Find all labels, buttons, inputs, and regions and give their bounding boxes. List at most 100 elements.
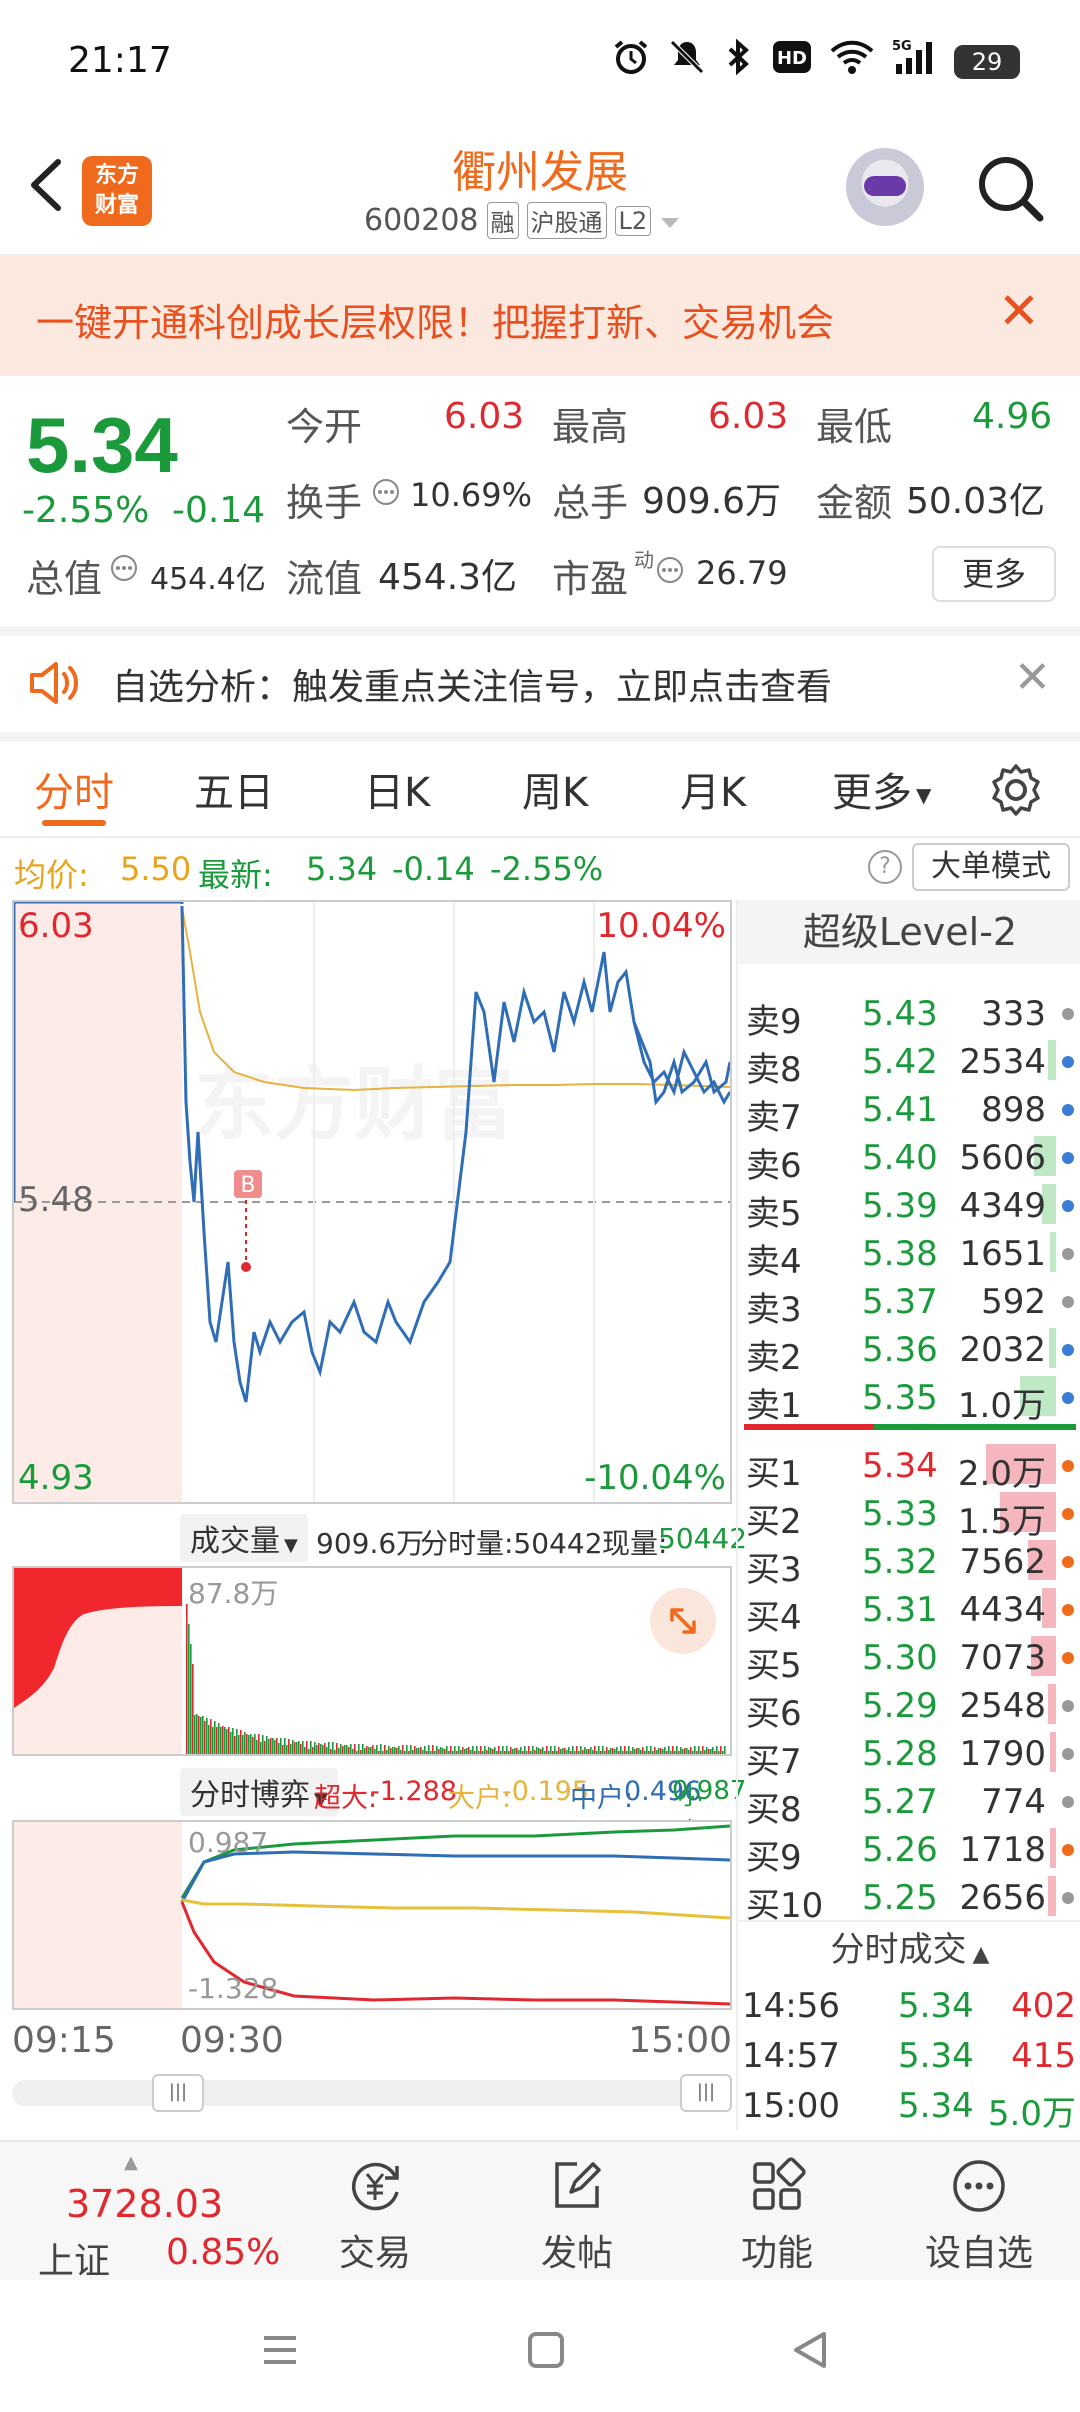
ask-row[interactable]: 卖8 5.42 2534 xyxy=(738,1036,1080,1090)
home-icon[interactable] xyxy=(516,2320,576,2380)
tab-more[interactable]: 更多 ▼ xyxy=(832,760,931,818)
stock-code-row[interactable]: 600208 融 沪股通 L2 xyxy=(364,202,681,239)
search-icon[interactable] xyxy=(976,154,1046,224)
menu-icon[interactable] xyxy=(250,2320,310,2380)
robot-assistant-icon[interactable] xyxy=(846,148,924,226)
volume-bar xyxy=(412,1750,414,1754)
ask-row[interactable]: 卖4 5.38 1651 xyxy=(738,1228,1080,1282)
index-ticker[interactable]: ▲ 3728.03 上证 0.85% xyxy=(30,2152,280,2282)
tab-five-day[interactable]: 五日 xyxy=(194,760,274,818)
analysis-banner[interactable]: 自选分析：触发重点关注信号，立即点击查看 ✕ xyxy=(0,636,1080,732)
bid-row[interactable]: 买1 5.34 2.0万 xyxy=(738,1440,1080,1494)
bid-price: 5.33 xyxy=(862,1494,938,1534)
bid-row[interactable]: 买9 5.26 1718 xyxy=(738,1824,1080,1878)
bid-row[interactable]: 买4 5.31 4434 xyxy=(738,1584,1080,1638)
ask-row[interactable]: 卖6 5.40 5606 xyxy=(738,1132,1080,1186)
promo-close-icon[interactable]: ✕ xyxy=(998,282,1040,340)
volume-bar xyxy=(306,1741,308,1754)
volume-bar xyxy=(720,1746,722,1754)
intraday-price-chart[interactable]: 东方财富 B 6.03 10.04% 5.48 4.93 -10.04% xyxy=(12,900,732,1504)
nav-post[interactable]: 发帖 xyxy=(502,2156,652,2276)
bid-row[interactable]: 买10 5.25 2656 xyxy=(738,1872,1080,1926)
ask-row[interactable]: 卖7 5.41 898 xyxy=(738,1084,1080,1138)
flow-bottom-label: -1.328 xyxy=(188,1972,279,2005)
volume-bar xyxy=(358,1744,360,1754)
bid-volume: 2548 xyxy=(959,1686,1046,1726)
volume-indicator-select[interactable]: 成交量 ▼ xyxy=(180,1514,308,1562)
ask-indicator-dot xyxy=(1062,1392,1074,1404)
capital-flow-chart[interactable]: 0.987 -1.328 xyxy=(12,1820,732,2010)
volume-bar xyxy=(212,1727,214,1754)
bid-row[interactable]: 买8 5.27 774 xyxy=(738,1776,1080,1830)
volume-bar xyxy=(362,1744,364,1754)
volume-bar xyxy=(258,1734,260,1754)
promo-banner[interactable]: 一键开通科创成长层权限！把握打新、交易机会 ✕ xyxy=(0,256,1080,376)
high-label: 最高 xyxy=(552,405,629,449)
bid-volume: 774 xyxy=(981,1782,1046,1822)
ask-row[interactable]: 卖1 5.35 1.0万 xyxy=(738,1372,1080,1426)
bid-row[interactable]: 买2 5.33 1.5万 xyxy=(738,1488,1080,1542)
analysis-close-icon[interactable]: ✕ xyxy=(1014,652,1051,703)
more-button[interactable]: 更多 xyxy=(932,546,1056,602)
pe-superscript: 动 xyxy=(634,548,654,572)
trade-volume: 415 xyxy=(1011,2036,1076,2076)
tick-trades-title: 分时成交 xyxy=(830,1930,967,1970)
tab-intraday[interactable]: 分时 xyxy=(34,760,114,818)
big-order-mode-button[interactable]: 大单模式 xyxy=(912,843,1070,891)
capital-flow-header: 分时博弈▼ 超大: -1.288 大户: -0.195 中户: 0.496 小户… xyxy=(12,1762,732,1845)
volume-bar xyxy=(300,1744,302,1754)
volume-bar xyxy=(314,1742,316,1754)
bid-row[interactable]: 买7 5.28 1790 xyxy=(738,1728,1080,1782)
float-value: 454.3亿 xyxy=(378,557,518,598)
ask-row[interactable]: 卖3 5.37 592 xyxy=(738,1276,1080,1330)
volume-bar xyxy=(664,1747,666,1754)
volume-bar xyxy=(322,1745,324,1754)
tab-daily-k[interactable]: 日K xyxy=(364,760,430,818)
volume-bar xyxy=(194,1715,196,1754)
nav-functions[interactable]: 功能 xyxy=(702,2156,852,2276)
pe-info-icon[interactable] xyxy=(656,556,684,588)
ask-row[interactable]: 卖2 5.36 2032 xyxy=(738,1324,1080,1378)
nav-add-watchlist[interactable]: 设自选 xyxy=(904,2156,1054,2276)
volume-bar xyxy=(466,1748,468,1754)
tab-weekly-k[interactable]: 周K xyxy=(522,760,588,818)
ask-row[interactable]: 卖5 5.39 4349 xyxy=(738,1180,1080,1234)
nav-post-label: 发帖 xyxy=(540,2233,613,2274)
nav-trade[interactable]: 交易 xyxy=(300,2156,450,2276)
volume-bar xyxy=(360,1750,362,1754)
bid-row[interactable]: 买6 5.29 2548 xyxy=(738,1680,1080,1734)
range-handle-right[interactable]: ||| xyxy=(680,2074,732,2112)
expand-icon[interactable] xyxy=(650,1588,716,1654)
volume-bar xyxy=(488,1747,490,1754)
help-icon[interactable]: ? xyxy=(868,850,902,884)
volume-chart[interactable]: 87.8万 xyxy=(12,1566,732,1756)
volume-bar xyxy=(436,1746,438,1754)
ask-row[interactable]: 卖9 5.43 333 xyxy=(738,988,1080,1042)
ask-volume: 2534 xyxy=(959,1042,1046,1082)
range-handle-left[interactable]: ||| xyxy=(152,2074,204,2112)
volume-bar xyxy=(508,1751,510,1754)
tab-monthly-k[interactable]: 月K xyxy=(680,760,746,818)
trade-row: 14:57 5.34 415 xyxy=(738,2032,1080,2082)
volume-bar xyxy=(662,1749,664,1754)
turnover-info-icon[interactable] xyxy=(372,478,400,510)
volume-bar xyxy=(230,1732,232,1754)
bid-row[interactable]: 买3 5.32 7562 xyxy=(738,1536,1080,1590)
volume-bar xyxy=(450,1746,452,1754)
tag-margin: 融 xyxy=(486,202,519,239)
signal-label: 5G xyxy=(892,39,912,54)
volume-bar xyxy=(524,1746,526,1754)
bid-indicator-dot xyxy=(1062,1844,1074,1856)
back-triangle-icon[interactable] xyxy=(780,2320,840,2380)
bid-row[interactable]: 买5 5.30 7073 xyxy=(738,1632,1080,1686)
mktcap-info-icon[interactable] xyxy=(110,554,138,586)
tick-trades-header[interactable]: 分时成交 ▲ xyxy=(738,1920,1080,1976)
volume-bar xyxy=(644,1751,646,1754)
settings-gear-icon[interactable] xyxy=(988,762,1044,822)
high-value: 6.03 xyxy=(708,396,789,437)
level2-title[interactable]: 超级Level-2 xyxy=(738,900,1080,964)
volume-bar xyxy=(710,1749,712,1754)
chart-range-scrollbar[interactable]: ||| ||| xyxy=(12,2074,732,2112)
volume-bar xyxy=(396,1748,398,1754)
volume-bar xyxy=(400,1750,402,1754)
